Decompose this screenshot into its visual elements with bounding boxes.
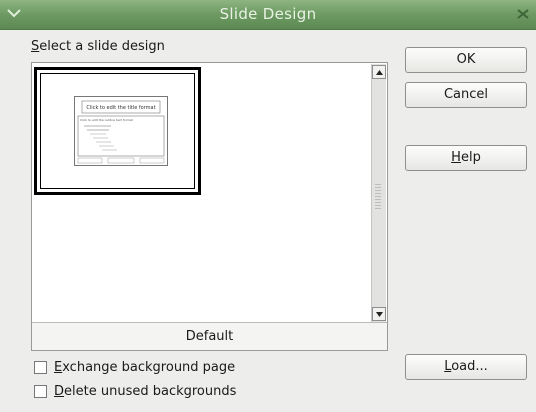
preview-frame: Click to edit the title format Click to … bbox=[40, 73, 195, 189]
exchange-background-label: Exchange background page bbox=[54, 359, 236, 375]
thumbnail-outline: Click to edit the outline text format bbox=[80, 118, 134, 122]
exchange-background-option[interactable]: Exchange background page bbox=[34, 358, 235, 376]
scroll-down-button[interactable] bbox=[372, 307, 386, 321]
selected-design-name: Default bbox=[32, 322, 387, 350]
scroll-up-button[interactable] bbox=[372, 65, 386, 79]
arrow-down-icon bbox=[376, 312, 383, 317]
close-icon[interactable] bbox=[516, 8, 530, 20]
thumbnail-title: Click to edit the title format bbox=[86, 105, 155, 111]
scrollbar-grip[interactable] bbox=[375, 184, 381, 210]
help-button[interactable]: Help bbox=[405, 145, 527, 171]
window-title: Slide Design bbox=[219, 5, 317, 23]
title-bar[interactable]: Slide Design bbox=[0, 0, 536, 30]
delete-unused-checkbox[interactable] bbox=[34, 384, 47, 398]
design-list[interactable]: Click to edit the title format Click to … bbox=[31, 62, 388, 351]
ok-button[interactable]: OK bbox=[405, 47, 527, 73]
design-preview-default[interactable]: Click to edit the title format Click to … bbox=[34, 67, 201, 195]
delete-unused-label: Delete unused backgrounds bbox=[54, 383, 237, 399]
delete-unused-option[interactable]: Delete unused backgrounds bbox=[34, 382, 236, 400]
design-list-scrollbar[interactable] bbox=[371, 64, 386, 322]
cancel-button[interactable]: Cancel bbox=[405, 82, 527, 108]
slide-thumbnail: Click to edit the title format Click to … bbox=[74, 96, 168, 166]
select-design-label: Select a slide design bbox=[31, 39, 165, 54]
arrow-up-icon bbox=[376, 70, 383, 75]
exchange-background-checkbox[interactable] bbox=[34, 360, 47, 374]
load-button[interactable]: Load... bbox=[405, 354, 527, 380]
